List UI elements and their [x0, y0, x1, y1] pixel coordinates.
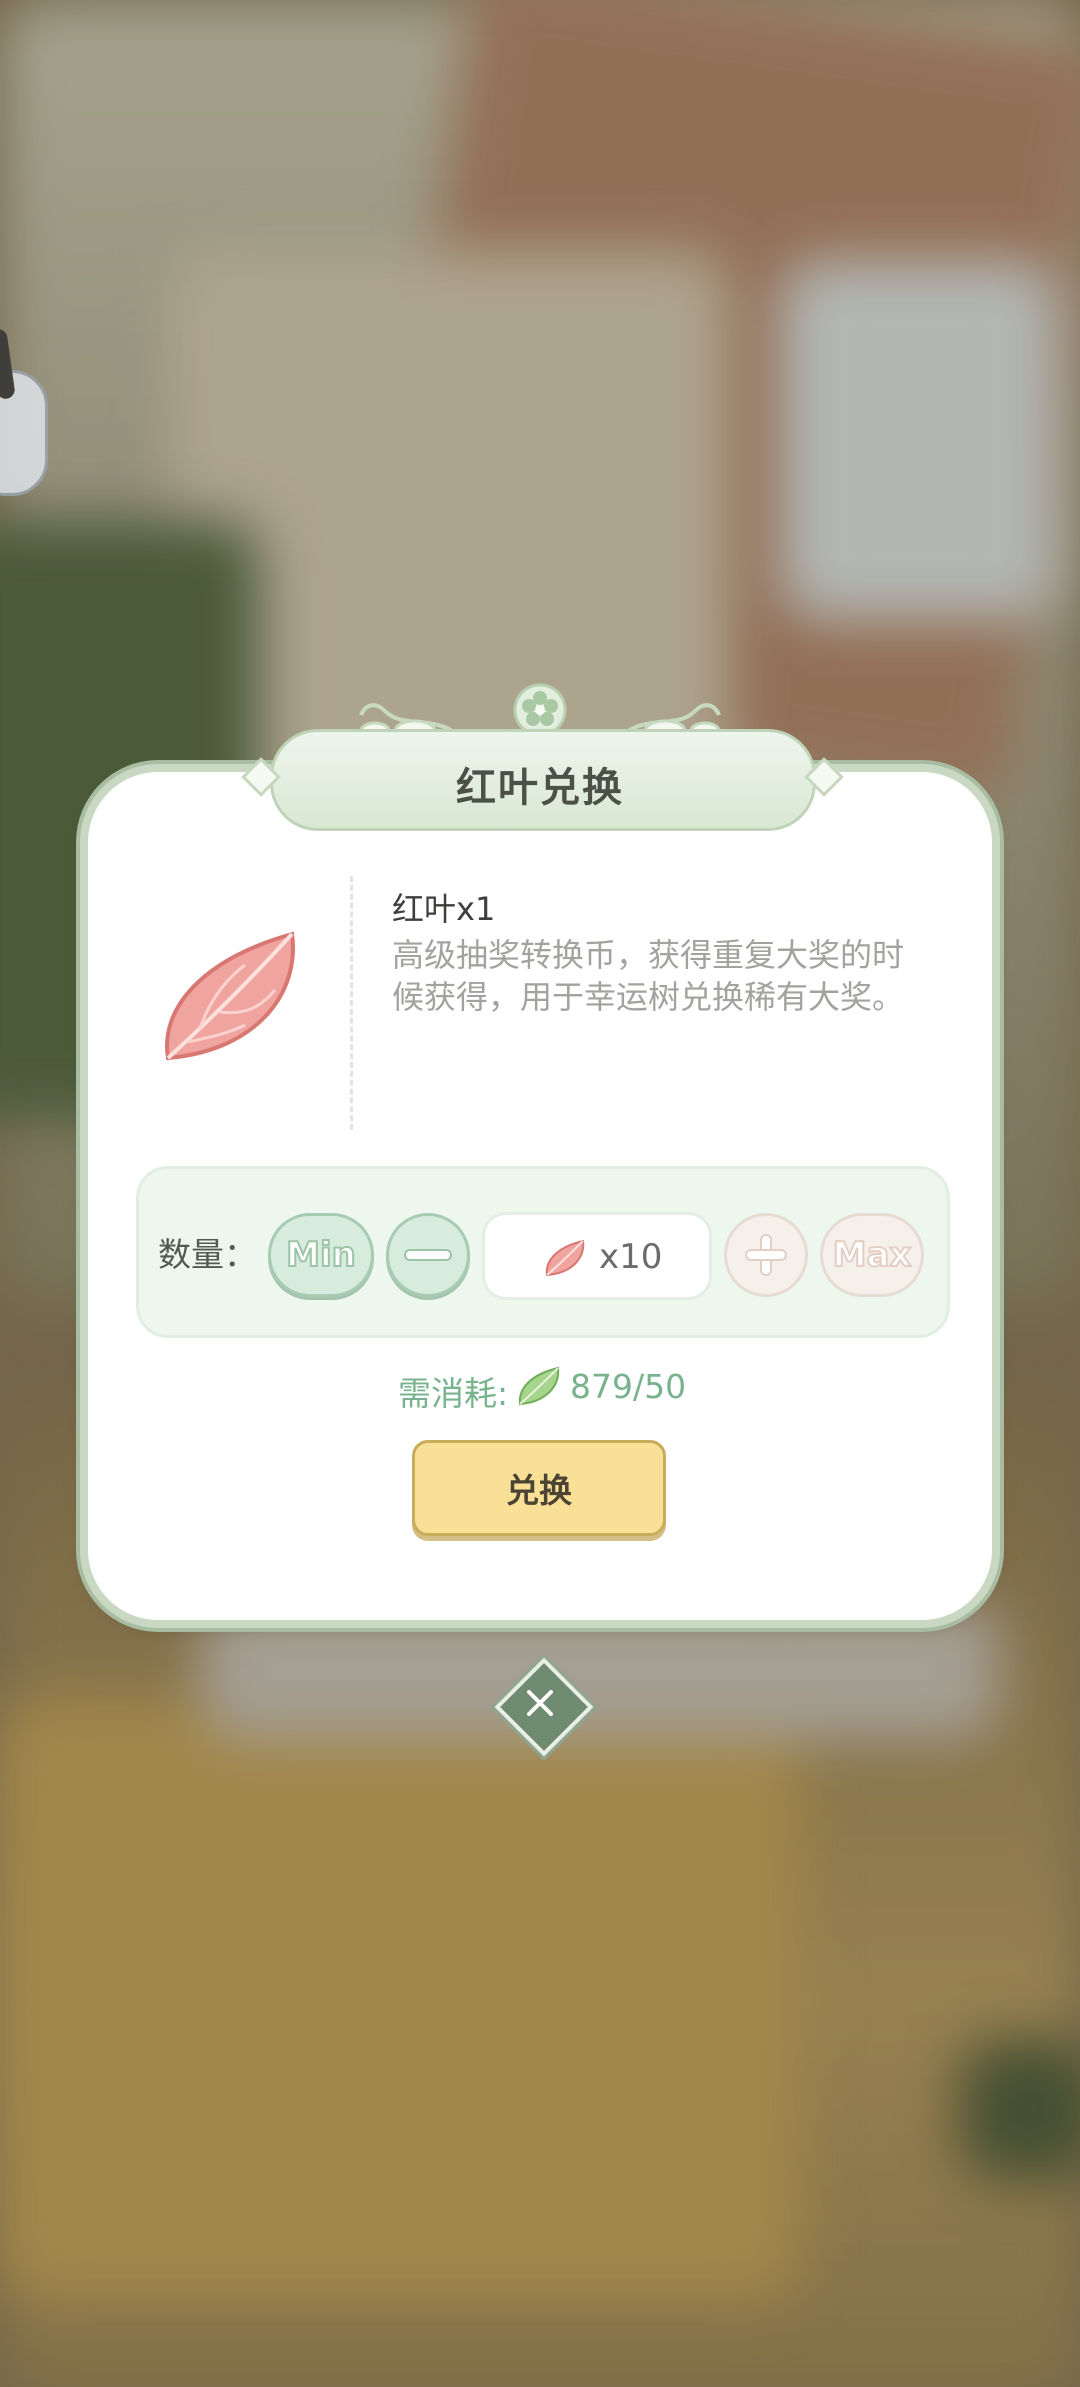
- cost-value: 879/50: [570, 1367, 687, 1406]
- quantity-label: 数量：: [158, 1235, 257, 1274]
- max-button[interactable]: Max: [820, 1213, 924, 1297]
- dialog-title: 红叶兑换: [456, 765, 624, 811]
- close-icon[interactable]: [519, 1682, 561, 1724]
- minus-button[interactable]: [386, 1213, 470, 1297]
- item-divider: [350, 876, 353, 1130]
- quantity-field[interactable]: x10: [482, 1212, 712, 1300]
- min-button-label: Min: [285, 1234, 357, 1276]
- exchange-button[interactable]: 兑换: [412, 1440, 666, 1536]
- red-leaf-icon: [165, 931, 295, 1061]
- plus-icon: [745, 1234, 787, 1276]
- minus-icon: [404, 1249, 452, 1261]
- item-description: 高级抽奖转换币，获得重复大奖的时候获得，用于幸运树兑换稀有大奖。: [392, 936, 905, 1016]
- quantity-value: x10: [599, 1237, 663, 1277]
- green-leaf-icon: [518, 1366, 560, 1406]
- max-button-label: Max: [832, 1234, 913, 1276]
- min-button[interactable]: Min: [268, 1213, 374, 1297]
- title-banner: 红叶兑换: [241, 683, 844, 833]
- cost-label: 需消耗:: [398, 1374, 509, 1413]
- side-avatar: [0, 328, 48, 496]
- item-name: 红叶x1: [392, 890, 496, 928]
- red-leaf-small-icon: [545, 1239, 585, 1277]
- plus-button[interactable]: [724, 1213, 808, 1297]
